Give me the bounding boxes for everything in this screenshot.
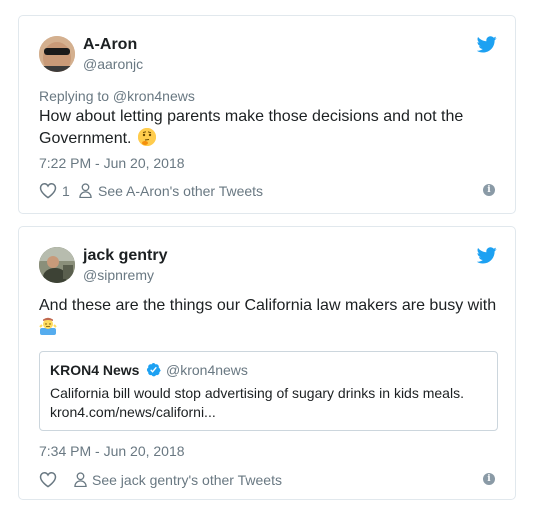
heart-icon[interactable] [39,471,57,488]
like-count[interactable]: 1 [62,183,70,199]
thinking-face-icon [137,128,156,146]
avatar[interactable] [39,247,75,283]
tweet-text: And these are the things our California … [39,295,509,339]
tweet-actions: See jack gentry's other Tweets i [39,470,495,490]
reply-context[interactable]: Replying to @kron4news [39,88,195,104]
timestamp[interactable]: 7:22 PM - Jun 20, 2018 [39,155,185,171]
twitter-bird-icon[interactable] [477,247,497,264]
author-handle[interactable]: @aaronjc [83,56,143,72]
author-name[interactable]: jack gentry [83,247,167,265]
quoted-tweet[interactable]: KRON4 News @kron4news California bill wo… [39,351,498,431]
verified-badge-icon [146,362,161,377]
heart-icon[interactable] [39,182,57,199]
author-handle[interactable]: @sipnremy [83,267,154,283]
quoted-author-name: KRON4 News [50,362,140,378]
info-icon[interactable]: i [483,184,495,196]
person-icon [79,183,92,198]
author-name[interactable]: A-Aron [83,36,137,54]
person-icon [74,472,87,487]
tweet-actions: 1 See A-Aron's other Tweets i [39,181,495,201]
man-shrugging-icon [39,317,57,335]
timestamp[interactable]: 7:34 PM - Jun 20, 2018 [39,443,185,459]
tweet-card: jack gentry @sipnremy And these are the … [18,226,516,500]
see-other-tweets-link[interactable]: See A-Aron's other Tweets [98,183,263,199]
info-icon[interactable]: i [483,473,495,485]
tweet-text: How about letting parents make those dec… [39,108,464,147]
see-other-tweets-link[interactable]: See jack gentry's other Tweets [92,472,282,488]
tweet-card: A-Aron @aaronjc Replying to @kron4news H… [18,15,516,214]
avatar[interactable] [39,36,75,72]
twitter-bird-icon[interactable] [477,36,497,53]
quoted-tweet-text: California bill would stop advertising o… [50,385,464,420]
quoted-author-handle: @kron4news [166,362,248,378]
